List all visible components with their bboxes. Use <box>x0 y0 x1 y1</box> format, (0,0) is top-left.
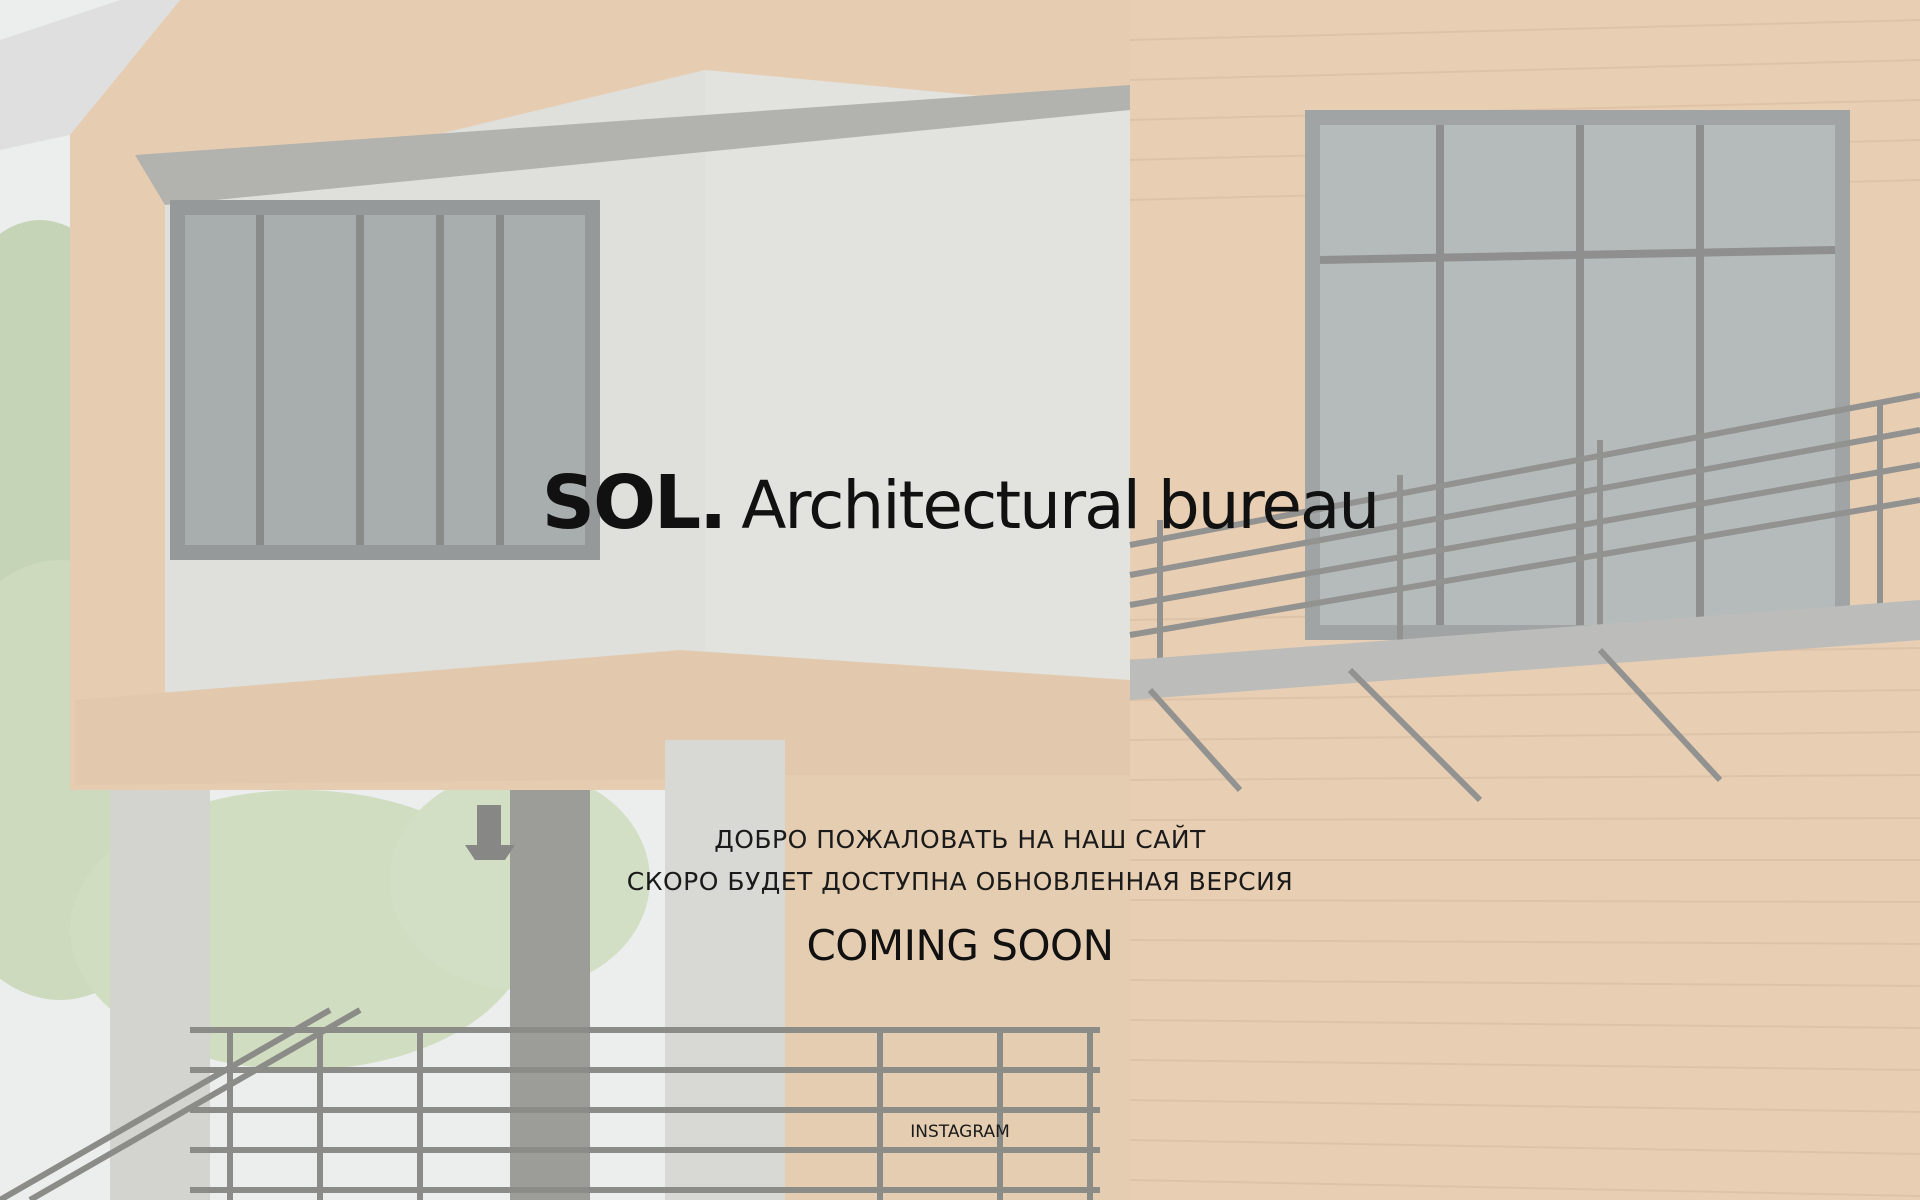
brand-mark: SOL. <box>541 460 727 546</box>
instagram-link[interactable]: INSTAGRAM <box>910 1122 1010 1142</box>
brand-tagline: Architectural bureau <box>741 467 1380 544</box>
brand-logo: SOL. Architectural bureau <box>0 466 1920 540</box>
social-links: INSTAGRAM <box>0 1122 1920 1142</box>
welcome-text: ДОБРО ПОЖАЛОВАТЬ НА НАШ САЙТ <box>714 825 1206 854</box>
coming-soon-page: SOL. Architectural bureau ДОБРО ПОЖАЛОВАТ… <box>0 0 1920 1200</box>
background-wash-overlay <box>0 0 1920 1200</box>
update-notice-text: СКОРО БУДЕТ ДОСТУПНА ОБНОВЛЕННАЯ ВЕРСИЯ <box>626 867 1294 896</box>
coming-soon-heading: COMING SOON <box>806 921 1114 970</box>
